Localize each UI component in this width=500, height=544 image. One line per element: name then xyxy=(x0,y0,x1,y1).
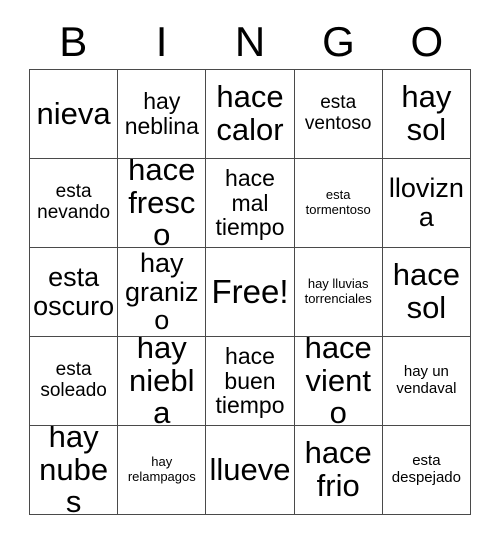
bingo-cell-label: hace fresco xyxy=(128,159,196,248)
bingo-cell[interactable]: hace viento xyxy=(294,337,383,426)
bingo-cell-label: hace frio xyxy=(304,435,372,503)
bingo-cell[interactable]: hay nubes xyxy=(30,426,119,515)
bingo-cell[interactable]: esta ventoso xyxy=(294,70,383,159)
bingo-cell-label: hay relampagos xyxy=(127,454,196,484)
bingo-header-row: B I N G O xyxy=(29,14,471,69)
bingo-cell[interactable]: hay relampagos xyxy=(118,426,207,515)
bingo-cell[interactable]: hay niebla xyxy=(118,337,207,426)
bingo-header-letter-o: O xyxy=(410,17,444,65)
bingo-cell-label: llueve xyxy=(209,451,291,487)
bingo-cell-label: hay lluvias torrenciales xyxy=(304,276,372,306)
bingo-cell-label: esta tormentoso xyxy=(305,187,371,217)
bingo-cell[interactable]: hace calor xyxy=(206,70,295,159)
bingo-cell[interactable]: esta nevando xyxy=(30,159,119,248)
bingo-cell-label: hay sol xyxy=(401,79,452,147)
bingo-cell[interactable]: hay sol xyxy=(382,70,471,159)
bingo-header-letter-g: G xyxy=(322,17,355,65)
bingo-cell[interactable]: hace buen tiempo xyxy=(206,337,295,426)
bingo-header-letter-b: B xyxy=(59,17,88,65)
bingo-cell-label: llovizna xyxy=(388,173,464,232)
bingo-cell[interactable]: hace sol xyxy=(382,248,471,337)
bingo-cell-label: hace buen tiempo xyxy=(215,342,285,419)
bingo-cell-label: esta oscuro xyxy=(33,262,115,321)
bingo-cell[interactable]: hace mal tiempo xyxy=(206,159,295,248)
bingo-cell[interactable]: llueve xyxy=(206,426,295,515)
bingo-header-letter-n: N xyxy=(234,17,266,65)
bingo-cell-label: hace calor xyxy=(216,79,284,147)
bingo-grid: nieva hay neblina hace calor esta ventos… xyxy=(29,69,471,515)
bingo-cell-free-space[interactable]: Free! xyxy=(206,248,295,337)
bingo-cell-label: hace viento xyxy=(304,337,372,426)
bingo-cell[interactable]: hay lluvias torrenciales xyxy=(294,248,383,337)
bingo-cell-label: hay nubes xyxy=(39,426,109,515)
bingo-cell-label: esta nevando xyxy=(37,181,111,223)
bingo-cell[interactable]: llovizna xyxy=(382,159,471,248)
bingo-cell[interactable]: hay granizo xyxy=(118,248,207,337)
bingo-header-letter-i: I xyxy=(155,17,168,65)
bingo-cell[interactable]: esta soleado xyxy=(30,337,119,426)
bingo-cell[interactable]: esta despejado xyxy=(382,426,471,515)
bingo-cell-label: hace mal tiempo xyxy=(215,164,285,241)
bingo-cell[interactable]: hay neblina xyxy=(118,70,207,159)
bingo-cell[interactable]: esta oscuro xyxy=(30,248,119,337)
bingo-cell[interactable]: hace fresco xyxy=(118,159,207,248)
bingo-cell-label: esta despejado xyxy=(391,452,461,486)
bingo-cell-label: hace sol xyxy=(392,257,460,325)
bingo-card: B I N G O nieva hay neblina hace calor e… xyxy=(0,0,500,544)
bingo-cell-label: hay niebla xyxy=(129,337,195,426)
bingo-cell-label: hay un vendaval xyxy=(396,363,457,397)
bingo-cell-label: esta ventoso xyxy=(304,92,372,134)
bingo-cell-label: hay neblina xyxy=(124,88,199,139)
bingo-cell-label: Free! xyxy=(211,272,289,310)
bingo-cell-label: esta soleado xyxy=(40,359,107,401)
bingo-cell[interactable]: hay un vendaval xyxy=(382,337,471,426)
bingo-cell-label: hay granizo xyxy=(125,248,199,336)
bingo-cell-label: nieva xyxy=(36,95,111,131)
bingo-cell[interactable]: hace frio xyxy=(294,426,383,515)
bingo-cell[interactable]: nieva xyxy=(30,70,119,159)
bingo-cell[interactable]: esta tormentoso xyxy=(294,159,383,248)
